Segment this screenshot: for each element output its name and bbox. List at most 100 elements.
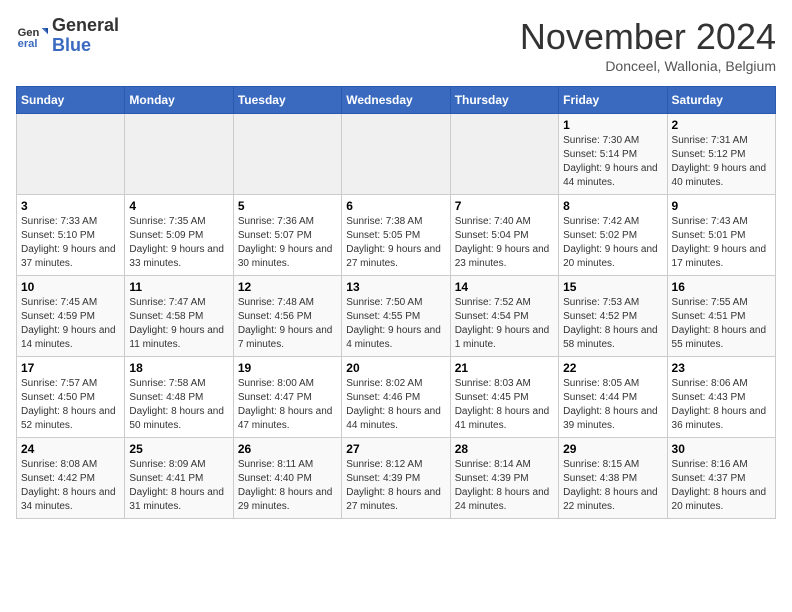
day-number: 16 [672,280,771,294]
calendar-cell: 19 Sunrise: 8:00 AM Sunset: 4:47 PM Dayli… [233,357,341,438]
calendar-cell: 7Sunrise: 7:40 AM Sunset: 5:04 PM Daylig… [450,195,558,276]
day-info: Sunrise: 8:06 AM Sunset: 4:43 PM Dayligh… [672,377,771,433]
day-info: Sunrise: 7:48 AM Sunset: 4:56 PM Dayligh… [238,296,337,352]
day-number: 14 [455,280,554,294]
logo-line2: Blue [52,36,119,56]
calendar-cell: 21Sunrise: 8:03 AM Sunset: 4:45 PM Dayli… [450,357,558,438]
weekday-header-thursday: Thursday [450,87,558,114]
day-info: Sunrise: 7:52 AM Sunset: 4:54 PM Dayligh… [455,296,554,352]
day-info: Sunrise: 7:43 AM Sunset: 5:01 PM Dayligh… [672,215,771,271]
day-info: Sunrise: 8:02 AM Sunset: 4:46 PM Dayligh… [346,377,445,433]
day-info: Sunrise: 7:47 AM Sunset: 4:58 PM Dayligh… [129,296,228,352]
calendar-cell: 10Sunrise: 7:45 AM Sunset: 4:59 PM Dayli… [17,276,125,357]
day-number: 3 [21,199,120,213]
day-info: Sunrise: 7:57 AM Sunset: 4:50 PM Dayligh… [21,377,120,433]
calendar-week-4: 24Sunrise: 8:08 AM Sunset: 4:42 PM Dayli… [17,438,776,519]
calendar-cell: 15 Sunrise: 7:53 AM Sunset: 4:52 PM Dayli… [559,276,667,357]
day-info: Sunrise: 7:33 AM Sunset: 5:10 PM Dayligh… [21,215,120,271]
day-number: 22 [563,361,662,375]
day-info: Sunrise: 8:15 AM Sunset: 4:38 PM Dayligh… [563,458,662,514]
day-number: 11 [129,280,228,294]
day-info: Sunrise: 8:00 AM Sunset: 4:47 PM Dayligh… [238,377,337,433]
day-number: 15 [563,280,662,294]
calendar-header: SundayMondayTuesdayWednesdayThursdayFrid… [17,87,776,114]
title-block: November 2024 Donceel, Wallonia, Belgium [520,16,776,74]
calendar-cell: 24Sunrise: 8:08 AM Sunset: 4:42 PM Dayli… [17,438,125,519]
day-info: Sunrise: 7:55 AM Sunset: 4:51 PM Dayligh… [672,296,771,352]
calendar-cell: 16 Sunrise: 7:55 AM Sunset: 4:51 PM Dayli… [667,276,775,357]
day-number: 20 [346,361,445,375]
logo-line1: General [52,16,119,36]
calendar-cell: 14 Sunrise: 7:52 AM Sunset: 4:54 PM Dayli… [450,276,558,357]
weekday-header-row: SundayMondayTuesdayWednesdayThursdayFrid… [17,87,776,114]
day-number: 13 [346,280,445,294]
calendar-cell: 11 Sunrise: 7:47 AM Sunset: 4:58 PM Dayli… [125,276,233,357]
calendar-cell: 4 Sunrise: 7:35 AM Sunset: 5:09 PM Daylig… [125,195,233,276]
day-number: 25 [129,442,228,456]
day-number: 8 [563,199,662,213]
month-year: November 2024 [520,16,776,58]
day-number: 17 [21,361,120,375]
day-info: Sunrise: 8:09 AM Sunset: 4:41 PM Dayligh… [129,458,228,514]
logo-text: General Blue [52,16,119,56]
day-number: 29 [563,442,662,456]
calendar-week-2: 10Sunrise: 7:45 AM Sunset: 4:59 PM Dayli… [17,276,776,357]
day-info: Sunrise: 7:38 AM Sunset: 5:05 PM Dayligh… [346,215,445,271]
day-info: Sunrise: 7:58 AM Sunset: 4:48 PM Dayligh… [129,377,228,433]
day-info: Sunrise: 7:36 AM Sunset: 5:07 PM Dayligh… [238,215,337,271]
calendar-week-0: 1Sunrise: 7:30 AM Sunset: 5:14 PM Daylig… [17,114,776,195]
weekday-header-friday: Friday [559,87,667,114]
calendar-cell: 8 Sunrise: 7:42 AM Sunset: 5:02 PM Daylig… [559,195,667,276]
day-info: Sunrise: 7:31 AM Sunset: 5:12 PM Dayligh… [672,134,771,190]
weekday-header-saturday: Saturday [667,87,775,114]
weekday-header-tuesday: Tuesday [233,87,341,114]
day-number: 12 [238,280,337,294]
calendar-cell: 23Sunrise: 8:06 AM Sunset: 4:43 PM Dayli… [667,357,775,438]
location: Donceel, Wallonia, Belgium [520,58,776,74]
day-info: Sunrise: 7:35 AM Sunset: 5:09 PM Dayligh… [129,215,228,271]
calendar-cell [450,114,558,195]
day-number: 1 [563,118,662,132]
day-info: Sunrise: 7:40 AM Sunset: 5:04 PM Dayligh… [455,215,554,271]
day-info: Sunrise: 8:11 AM Sunset: 4:40 PM Dayligh… [238,458,337,514]
calendar-week-1: 3 Sunrise: 7:33 AM Sunset: 5:10 PM Daylig… [17,195,776,276]
calendar-cell: 25 Sunrise: 8:09 AM Sunset: 4:41 PM Dayli… [125,438,233,519]
day-info: Sunrise: 8:05 AM Sunset: 4:44 PM Dayligh… [563,377,662,433]
calendar-cell: 17 Sunrise: 7:57 AM Sunset: 4:50 PM Dayli… [17,357,125,438]
calendar-cell [125,114,233,195]
calendar-cell: 26Sunrise: 8:11 AM Sunset: 4:40 PM Dayli… [233,438,341,519]
calendar-cell [17,114,125,195]
day-number: 2 [672,118,771,132]
day-number: 10 [21,280,120,294]
calendar-cell: 2 Sunrise: 7:31 AM Sunset: 5:12 PM Daylig… [667,114,775,195]
calendar-week-3: 17 Sunrise: 7:57 AM Sunset: 4:50 PM Dayli… [17,357,776,438]
logo: Gen eral General Blue [16,16,119,56]
calendar-cell: 28Sunrise: 8:14 AM Sunset: 4:39 PM Dayli… [450,438,558,519]
page-header: Gen eral General Blue November 2024 Donc… [16,16,776,74]
day-info: Sunrise: 7:42 AM Sunset: 5:02 PM Dayligh… [563,215,662,271]
day-number: 5 [238,199,337,213]
calendar-cell: 1Sunrise: 7:30 AM Sunset: 5:14 PM Daylig… [559,114,667,195]
day-info: Sunrise: 7:53 AM Sunset: 4:52 PM Dayligh… [563,296,662,352]
calendar-table: SundayMondayTuesdayWednesdayThursdayFrid… [16,86,776,519]
svg-text:Gen: Gen [18,27,40,39]
day-number: 9 [672,199,771,213]
calendar-cell: 27Sunrise: 8:12 AM Sunset: 4:39 PM Dayli… [342,438,450,519]
calendar-cell [342,114,450,195]
day-info: Sunrise: 7:50 AM Sunset: 4:55 PM Dayligh… [346,296,445,352]
day-number: 27 [346,442,445,456]
day-info: Sunrise: 8:03 AM Sunset: 4:45 PM Dayligh… [455,377,554,433]
day-number: 6 [346,199,445,213]
calendar-cell: 30Sunrise: 8:16 AM Sunset: 4:37 PM Dayli… [667,438,775,519]
calendar-body: 1Sunrise: 7:30 AM Sunset: 5:14 PM Daylig… [17,114,776,519]
calendar-cell [233,114,341,195]
day-info: Sunrise: 8:14 AM Sunset: 4:39 PM Dayligh… [455,458,554,514]
calendar-cell: 9 Sunrise: 7:43 AM Sunset: 5:01 PM Daylig… [667,195,775,276]
day-info: Sunrise: 8:08 AM Sunset: 4:42 PM Dayligh… [21,458,120,514]
day-number: 4 [129,199,228,213]
weekday-header-wednesday: Wednesday [342,87,450,114]
calendar-cell: 18Sunrise: 7:58 AM Sunset: 4:48 PM Dayli… [125,357,233,438]
weekday-header-monday: Monday [125,87,233,114]
day-number: 19 [238,361,337,375]
svg-text:eral: eral [18,38,38,50]
